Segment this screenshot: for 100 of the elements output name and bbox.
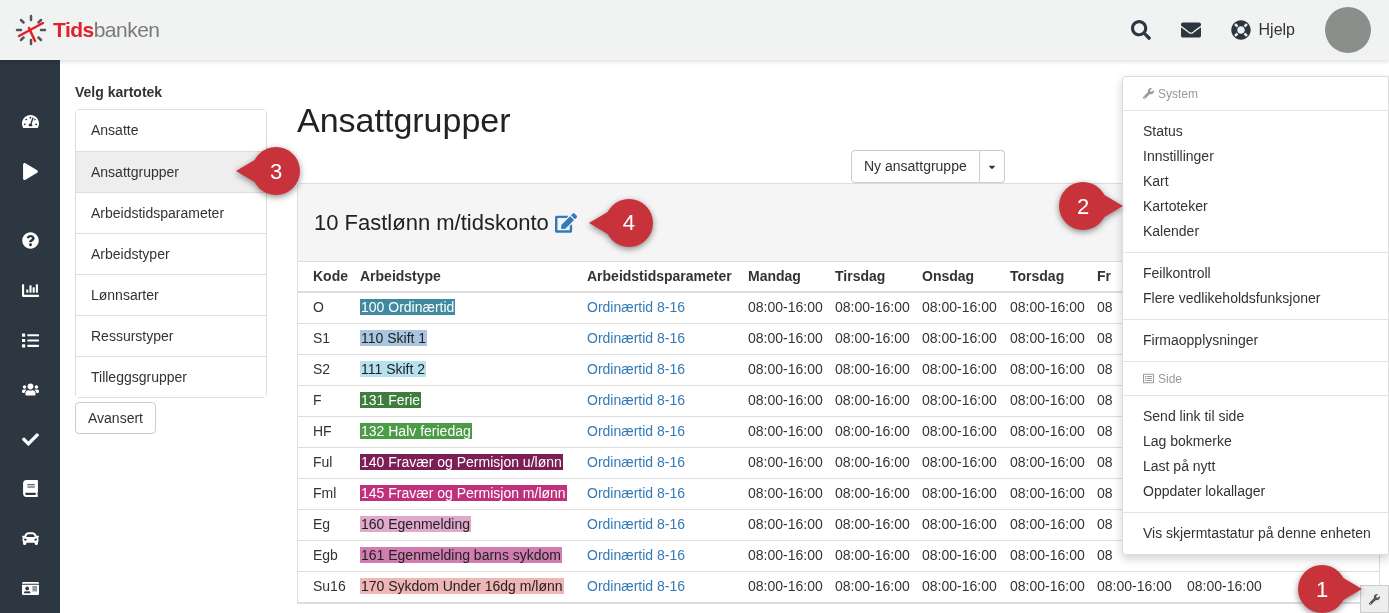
parameter-link[interactable]: Ordinærtid 8-16 [587,423,686,439]
menu-item[interactable]: Send link til side [1143,406,1245,427]
table-cell: 08 [1097,516,1113,532]
table-cell: 08:00-16:00 [1010,578,1085,594]
menu-item[interactable]: Oppdater lokallager [1143,481,1266,502]
avatar[interactable] [1325,7,1371,53]
table-cell: 08:00-16:00 [748,547,823,563]
table-cell: 08:00-16:00 [748,392,823,408]
table-cell: 08:00-16:00 [835,299,910,316]
parameter-link[interactable]: Ordinærtid 8-16 [587,547,686,563]
dropdown-toggle[interactable] [979,150,1005,183]
table-cell: HF [298,416,360,447]
table-cell: 08:00-16:00 [835,330,910,346]
table-cell: 08:00-16:00 [922,454,997,470]
worktype-tag: 132 Halv feriedag [360,423,472,439]
menu-item[interactable]: Innstillinger [1143,146,1214,167]
table-cell: 08:00-16:00 [835,578,910,594]
table-cell: 08:00-16:00 [835,392,910,408]
wrench-icon [1369,593,1380,605]
table-cell: S1 [298,323,360,354]
play-icon[interactable] [21,162,39,180]
table-cell: 08:00-16:00 [922,423,997,439]
menu-item[interactable]: Vis skjermtastatur på denne enheten [1143,523,1371,544]
table-cell: 08:00-16:00 [922,547,997,563]
column-header: Arbeidstype [360,268,441,284]
mail-icon[interactable] [1180,20,1201,40]
parameter-link[interactable]: Ordinærtid 8-16 [587,516,686,532]
search-icon[interactable] [1130,20,1151,40]
kartotek-item[interactable]: Tilleggsgrupper [76,356,266,397]
table-cell: 08:00-16:00 [922,299,997,316]
table-cell: 08:00-16:00 [1010,392,1085,408]
list-icon [1143,373,1154,384]
menu-item[interactable]: Status [1143,121,1183,142]
parameter-link[interactable]: Ordinærtid 8-16 [587,299,686,316]
table-cell: 08 [1097,361,1113,377]
table-cell: 08:00-16:00 [1097,578,1172,594]
table-cell: 08:00-16:00 [1010,485,1085,501]
table-cell: Su16 [298,571,360,602]
advanced-button[interactable]: Avansert [75,402,156,434]
parameter-link[interactable]: Ordinærtid 8-16 [587,330,686,346]
parameter-link[interactable]: Ordinærtid 8-16 [587,578,686,594]
checkmark-icon[interactable] [21,430,39,448]
menu-item[interactable]: Kalender [1143,221,1200,242]
menu-item[interactable]: Lag bokmerke [1143,431,1232,452]
page-title: Ansattgrupper [297,100,511,140]
table-cell: 08:00-16:00 [1010,299,1085,316]
worktype-tag: 161 Egenmelding barns sykdom [360,547,562,563]
table-cell: 08:00-16:00 [835,423,910,439]
help-icon[interactable] [21,232,39,250]
table-cell: 08:00-16:00 [922,392,997,408]
table-cell: 08 [1097,547,1113,563]
menu-item[interactable]: Kart [1143,171,1169,192]
worktype-tag: 140 Fravær og Permisjon u/lønn [360,454,563,470]
bar-chart-icon[interactable] [21,282,39,300]
table-cell: 08:00-16:00 [1187,578,1262,594]
logo-text[interactable]: Tidsbanken [53,14,160,46]
section-label: Velg kartotek [75,83,164,102]
list-icon[interactable] [21,331,39,349]
menu-item[interactable]: Last på nytt [1143,456,1216,477]
table-cell: 08:00-16:00 [922,516,997,532]
wrench-icon [1143,88,1154,99]
car-icon[interactable] [21,530,39,548]
table-cell: 08:00-16:00 [1010,454,1085,470]
table-cell: 08:00-16:00 [835,547,910,563]
menu-item[interactable]: Flere vedlikeholdsfunksjoner [1143,288,1321,309]
table-cell: 08:00-16:00 [922,578,997,594]
column-header: Mandag [748,268,801,284]
dashboard-icon[interactable] [21,113,39,131]
table-cell: Ful [298,447,360,478]
worktype-tag: 131 Ferie [360,392,422,408]
id-card-icon[interactable] [21,579,39,597]
parameter-link[interactable]: Ordinærtid 8-16 [587,485,686,501]
worktype-tag: 160 Egenmelding [360,516,471,532]
menu-item[interactable]: Firmaopplysninger [1143,330,1259,351]
parameter-link[interactable]: Ordinærtid 8-16 [587,392,686,408]
menu-item[interactable]: Feilkontroll [1143,263,1211,284]
menu-item[interactable]: Kartoteker [1143,196,1208,217]
table-cell: 08:00-16:00 [748,516,823,532]
parameter-link[interactable]: Ordinærtid 8-16 [587,361,686,377]
worktype-tag: 145 Fravær og Permisjon m/lønn [360,485,567,501]
table-cell: 08:00-16:00 [748,299,823,316]
table-cell: 08:00-16:00 [922,485,997,501]
book-icon[interactable] [21,480,39,498]
help-link[interactable]: Hjelp [1230,18,1295,42]
tools-button[interactable] [1360,585,1389,613]
table-cell: Eg [298,509,360,540]
edit-icon[interactable] [554,211,577,234]
parameter-link[interactable]: Ordinærtid 8-16 [587,454,686,470]
table-cell: O [298,292,360,323]
table-cell: 08:00-16:00 [748,361,823,377]
table-cell: 08:00-16:00 [1010,516,1085,532]
table-cell: Fml [298,478,360,509]
table-cell: 08 [1097,392,1113,408]
table-cell: 08:00-16:00 [1010,547,1085,563]
table-cell: 08:00-16:00 [835,454,910,470]
table-cell: 08:00-16:00 [1010,330,1085,346]
table-cell: 08:00-16:00 [748,330,823,346]
table-cell: 08:00-16:00 [835,516,910,532]
lifebuoy-icon [1230,20,1251,40]
new-group-button[interactable]: Ny ansattgruppe [851,150,980,183]
